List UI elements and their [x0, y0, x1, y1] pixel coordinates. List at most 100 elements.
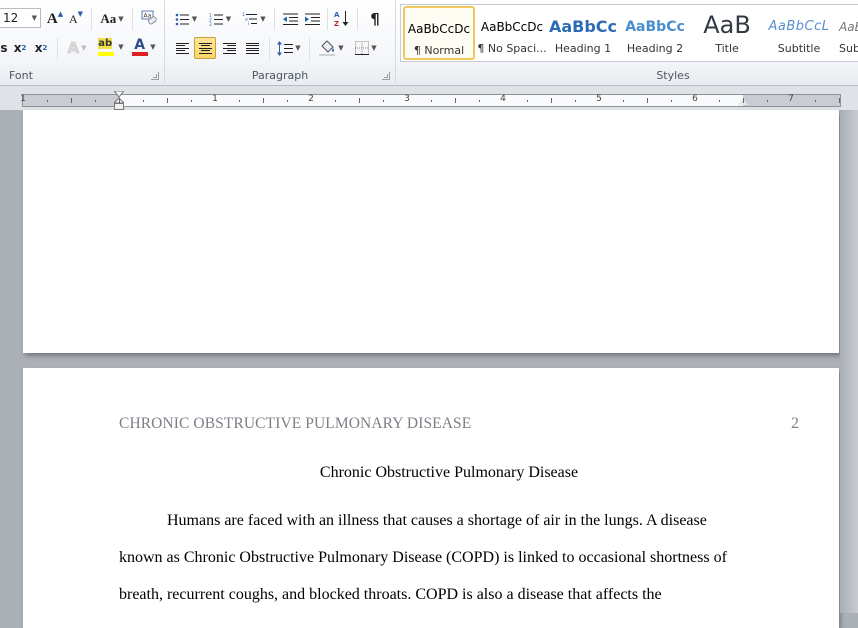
font-color-button[interactable]: A ▼ — [129, 36, 159, 58]
ruler-number: 1 — [212, 94, 218, 104]
svg-text:i: i — [248, 21, 249, 26]
svg-text:A: A — [334, 11, 340, 19]
separator — [91, 8, 92, 30]
grow-font-icon: A — [46, 10, 58, 27]
highlighter-icon: ab — [98, 37, 116, 57]
subscript-mark: 2 — [21, 44, 27, 52]
clear-formatting-button[interactable]: Aa — [138, 7, 160, 29]
ruler-tick — [287, 100, 288, 102]
align-right-button[interactable] — [218, 37, 240, 59]
paragraph-dialog-launcher[interactable] — [382, 72, 390, 80]
change-case-button[interactable]: Aa ▼ — [98, 8, 126, 30]
style-name: Sub — [839, 42, 858, 55]
borders-icon — [355, 41, 370, 55]
horizontal-ruler[interactable]: 1 1 2 3 4 5 6 7 — [20, 91, 841, 110]
separator — [327, 8, 328, 30]
highlight-button[interactable]: ab ▼ — [95, 36, 127, 58]
page-number: 2 — [791, 415, 799, 432]
multilevel-list-button[interactable]: 1 a i ▼ — [239, 8, 269, 30]
borders-button[interactable]: ▼ — [351, 37, 381, 59]
increase-indent-button[interactable] — [302, 8, 322, 30]
styles-gallery: AaBbCcDc ¶ Normal AaBbCcDc ¶ No Spaci...… — [400, 4, 858, 62]
vertical-scroll-track[interactable] — [840, 110, 858, 613]
sort-button[interactable]: A Z — [332, 7, 352, 29]
sort-icon: A Z — [334, 10, 349, 27]
style-name: Heading 1 — [554, 42, 612, 55]
paragraph-line: breath, recurrent coughs, and blocked th… — [119, 586, 662, 603]
ruler-tick — [119, 98, 120, 103]
style-subtle-emphasis[interactable]: AaBl Sub — [835, 6, 858, 60]
style-sample: AaBbCcL — [768, 19, 830, 34]
style-sample: AaBbCc — [625, 19, 685, 35]
decrease-indent-button[interactable] — [280, 8, 300, 30]
style-sample: AaB — [703, 11, 751, 39]
ruler-tick — [431, 100, 432, 102]
increase-indent-icon — [304, 13, 320, 25]
document-area: CHRONIC OBSTRUCTIVE PULMONARY DISEASE 2 … — [0, 110, 858, 628]
ruler-number: 1 — [20, 94, 26, 104]
align-left-button[interactable] — [171, 37, 193, 59]
bold-button[interactable]: s — [0, 37, 8, 59]
line-spacing-button[interactable]: ▼ — [274, 37, 304, 59]
style-heading-2[interactable]: AaBbCc Heading 2 — [619, 6, 691, 60]
ruler-tick — [767, 100, 768, 102]
paragraph-group: ▼ 1 2 3 ▼ 1 a i ▼ A Z ¶ ▼ ▼ ▼ Paragraph — [165, 0, 396, 86]
ruler-tick — [743, 98, 744, 103]
font-group-label: Font — [9, 69, 33, 82]
ruler-tick — [191, 100, 192, 102]
ruler-number: 6 — [692, 94, 698, 104]
subscript-button[interactable]: x2 — [12, 37, 28, 59]
svg-text:Z: Z — [334, 20, 339, 27]
page-1[interactable] — [23, 110, 839, 353]
font-size-combo[interactable]: 12 ▼ — [0, 8, 41, 28]
ruler-tick — [263, 98, 264, 103]
numbering-button[interactable]: 1 2 3 ▼ — [205, 8, 235, 30]
separator — [309, 38, 310, 60]
paint-bucket-icon — [319, 39, 336, 56]
style-normal[interactable]: AaBbCcDc ¶ Normal — [403, 6, 475, 60]
ruler-tick — [551, 98, 552, 103]
ruler-number: 5 — [596, 94, 602, 104]
shading-button[interactable]: ▼ — [315, 37, 347, 59]
multilevel-list-icon: 1 a i — [242, 12, 258, 26]
separator — [274, 8, 275, 30]
grow-font-button[interactable]: A ▲ — [46, 8, 64, 30]
bullets-button[interactable]: ▼ — [171, 8, 201, 30]
style-name: ¶ No Spaci... — [477, 42, 547, 55]
font-size-value: 12 — [3, 11, 19, 25]
shrink-font-button[interactable]: A ▼ — [67, 8, 85, 30]
justify-button[interactable] — [241, 37, 263, 59]
change-case-icon: Aa — [100, 11, 117, 26]
ruler-tick — [359, 98, 360, 103]
style-title[interactable]: AaB Title — [691, 6, 763, 60]
ruler-tick — [143, 100, 144, 102]
style-no-spacing[interactable]: AaBbCcDc ¶ No Spaci... — [476, 6, 548, 60]
ruler-tick — [167, 98, 168, 103]
style-sample: AaBbCc — [548, 17, 618, 36]
style-heading-1[interactable]: AaBbCc Heading 1 — [547, 6, 619, 60]
ruler-tick — [815, 100, 816, 102]
style-sample: AaBl — [839, 20, 858, 34]
page-2[interactable]: CHRONIC OBSTRUCTIVE PULMONARY DISEASE 2 … — [23, 368, 839, 628]
ruler-tick — [47, 100, 48, 102]
ruler-number: 4 — [500, 94, 506, 104]
svg-text:3: 3 — [209, 22, 212, 26]
ruler-number: 7 — [788, 94, 794, 104]
superscript-button[interactable]: x2 — [33, 37, 49, 59]
text-effects-icon: A — [67, 39, 80, 58]
align-center-button[interactable] — [194, 37, 216, 59]
ruler-tick — [623, 100, 624, 102]
show-formatting-button[interactable]: ¶ — [365, 8, 385, 30]
chevron-down-icon[interactable]: ▼ — [32, 9, 37, 27]
text-effects-button[interactable]: A ▼ — [63, 37, 91, 59]
align-left-icon — [175, 42, 189, 54]
font-dialog-launcher[interactable] — [151, 72, 159, 80]
clear-formatting-icon: Aa — [141, 10, 157, 25]
ruler-tick — [335, 100, 336, 102]
ruler-tick — [647, 98, 648, 103]
ruler-number: 2 — [308, 94, 314, 104]
ruler-tick — [719, 100, 720, 102]
highlight-color-bar — [98, 52, 115, 56]
line-spacing-icon — [277, 40, 294, 56]
style-subtitle[interactable]: AaBbCcL Subtitle — [763, 6, 835, 60]
